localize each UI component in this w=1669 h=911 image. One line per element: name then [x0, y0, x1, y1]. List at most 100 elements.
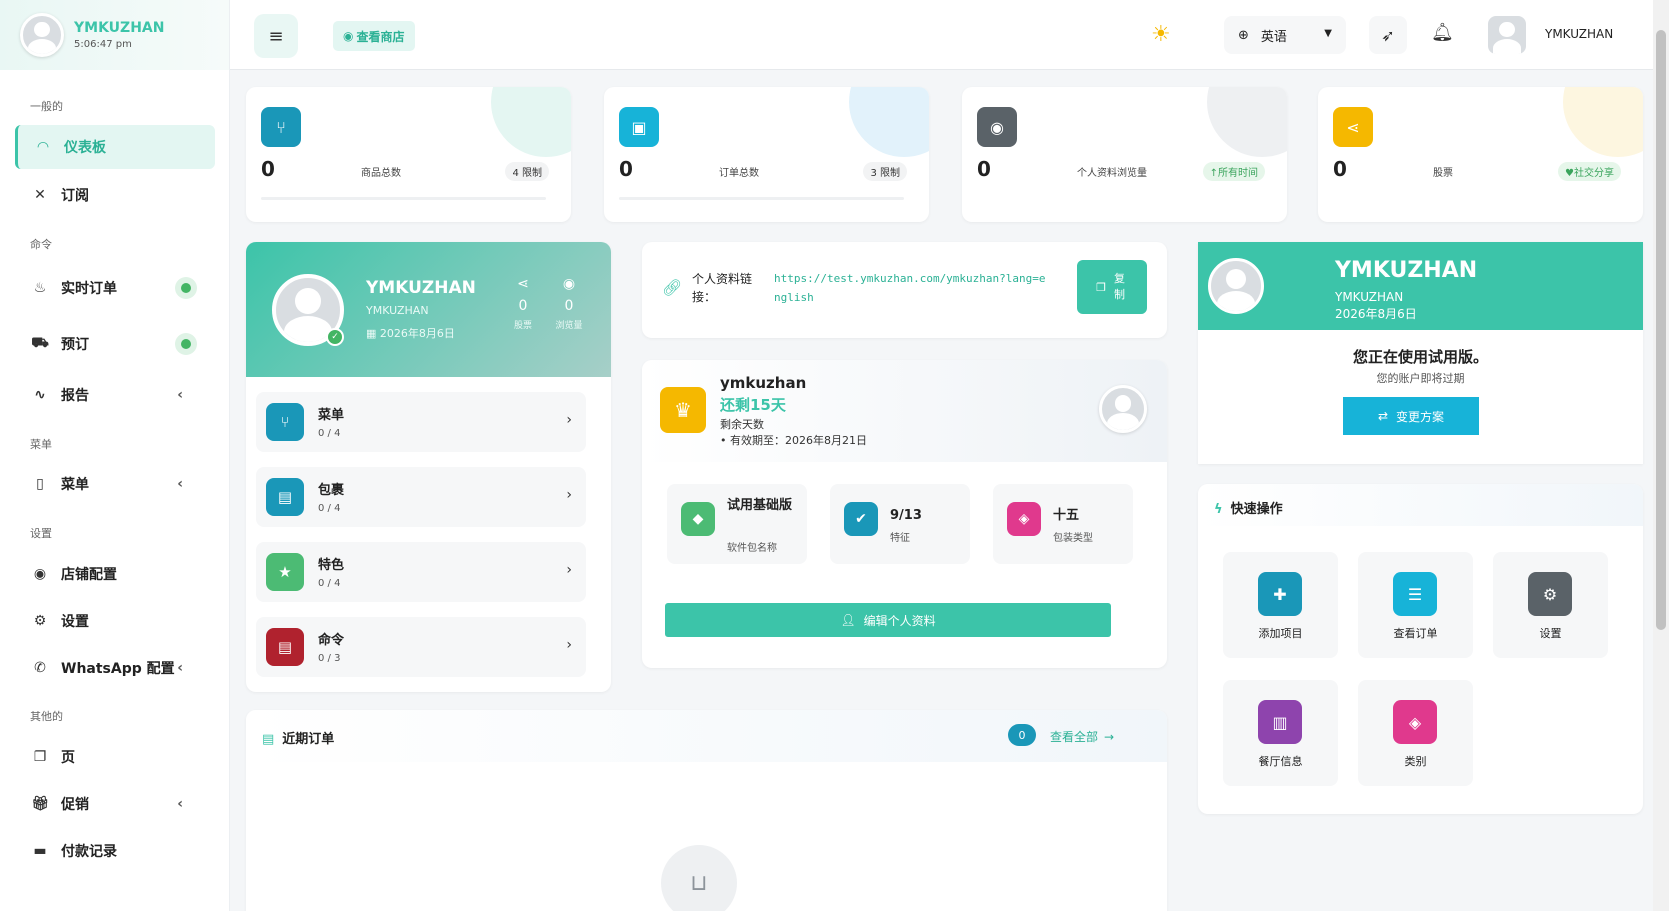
- trial-warning: 您的账户即将过期: [1376, 372, 1465, 385]
- theme-sun-icon[interactable]: ☀: [1151, 22, 1171, 47]
- row-title: 菜单: [318, 408, 345, 423]
- feature-label: 软件包名称: [727, 543, 777, 554]
- sidebar-item-whatsapp[interactable]: ✆ WhatsApp 配置 ‹: [15, 646, 215, 690]
- tools-icon: ✕: [34, 187, 46, 203]
- badge-text: 社交分享: [1574, 168, 1614, 179]
- profile-menu-row-menu[interactable]: ⑂ 菜单 0 / 4 ›: [256, 392, 586, 452]
- copy-icon: ❐: [1096, 280, 1106, 294]
- share-icon: ⋖: [517, 276, 529, 292]
- section-settings: 设置: [30, 527, 52, 540]
- sidebar-item-label: 预订: [61, 337, 89, 353]
- sidebar-item-label: 店铺配置: [61, 567, 117, 583]
- feature-label: 包装类型: [1053, 533, 1093, 544]
- view-all-link[interactable]: 查看全部 →: [1050, 728, 1114, 745]
- sidebar-item-label: 实时订单: [61, 281, 117, 297]
- subscription-user: ymkuzhan: [720, 374, 807, 392]
- sidebar-item-settings[interactable]: ⚙ 设置: [15, 599, 215, 643]
- chevron-left-icon: ‹: [177, 476, 183, 492]
- quick-action-view-orders[interactable]: ☰ 查看订单: [1358, 552, 1473, 658]
- sidebar-item-reports[interactable]: ∿ 报告 ‹: [15, 373, 215, 417]
- quick-action-settings[interactable]: ⚙ 设置: [1493, 552, 1608, 658]
- receipt-icon: ▤: [266, 628, 304, 666]
- clipboard-icon: ▯: [36, 476, 44, 492]
- star-icon: ★: [266, 553, 304, 591]
- receipt-icon: ▤: [262, 732, 275, 747]
- globe-icon: ⊕: [1238, 27, 1249, 43]
- quick-action-restaurant-info[interactable]: ▥ 餐厅信息: [1223, 680, 1338, 786]
- trial-title: 您正在使用试用版。: [1352, 348, 1488, 366]
- sidebar-item-label: 页: [61, 750, 75, 766]
- header-username[interactable]: YMKUZHAN: [1545, 27, 1613, 41]
- stat-card-products: ⑂ 0 商品总数 4 限制: [246, 87, 571, 222]
- section-general: 一般的: [30, 100, 63, 113]
- sidebar-item-reservations[interactable]: ⛟ 预订: [15, 322, 215, 366]
- utensils-icon: ⑂: [266, 403, 304, 441]
- edit-profile-button[interactable]: 👤︎ 编辑个人资料: [665, 603, 1111, 637]
- copy-button[interactable]: ❐ 复制: [1077, 260, 1147, 314]
- language-select[interactable]: ⊕ 英语 ▼: [1224, 16, 1346, 54]
- section-other: 其他的: [30, 710, 63, 723]
- quick-action-label: 类别: [1404, 755, 1427, 768]
- sidebar-item-label: 促销: [61, 797, 89, 813]
- profile-link-card: 🔗︎ 个人资料链接： https://test.ymkuzhan.com/ymk…: [642, 242, 1167, 338]
- list-icon: ☰: [1393, 572, 1437, 616]
- bell-icon[interactable]: 🔔︎: [1431, 22, 1454, 43]
- profile-link-label: 个人资料链接：: [692, 272, 753, 304]
- sidebar-item-label: WhatsApp 配置: [61, 661, 175, 677]
- row-count: 0 / 4: [318, 578, 341, 589]
- views-value: 0: [564, 298, 574, 314]
- brand[interactable]: YMKUZHAN 5:06:47 pm: [0, 0, 229, 70]
- quick-action-categories[interactable]: ◈ 类别: [1358, 680, 1473, 786]
- sidebar-item-store-config[interactable]: ◉ 店铺配置: [15, 552, 215, 596]
- feature-features: ✔ 9/13 特征: [830, 484, 970, 564]
- row-count: 0 / 4: [318, 503, 341, 514]
- quick-actions-card: ϟ 快速操作 ✚ 添加项目 ☰ 查看订单 ⚙ 设置 ▥ 餐厅信息 ◈ 类别: [1198, 484, 1643, 814]
- page-scrollbar[interactable]: [1653, 0, 1669, 911]
- rocket-button[interactable]: ➶: [1369, 16, 1407, 54]
- profile-link-url[interactable]: https://test.ymkuzhan.com/ymkuzhan?lang=…: [774, 269, 1049, 307]
- views-label: 浏览量: [555, 321, 583, 331]
- row-count: 0 / 3: [318, 653, 341, 664]
- stat-value: 0: [1333, 157, 1347, 181]
- check-double-icon: ✔: [844, 502, 878, 536]
- change-plan-button[interactable]: ⇄ 变更方案: [1343, 397, 1479, 435]
- trial-subname: YMKUZHAN: [1335, 290, 1404, 304]
- quick-action-add-item[interactable]: ✚ 添加项目: [1223, 552, 1338, 658]
- pulse-icon: ∿: [34, 387, 46, 403]
- profile-menu-row-features[interactable]: ★ 特色 0 / 4 ›: [256, 542, 586, 602]
- rocket-icon: ➶: [1381, 25, 1395, 45]
- stat-label: 订单总数: [719, 168, 759, 179]
- sidebar-item-promotions[interactable]: 🎁︎ 促销 ‹: [15, 782, 215, 826]
- recent-orders-title-text: 近期订单: [282, 732, 335, 747]
- menu-toggle-button[interactable]: ≡: [254, 14, 298, 58]
- section-menu: 菜单: [30, 438, 52, 451]
- sidebar-item-subscription[interactable]: ✕ 订阅: [15, 173, 215, 217]
- header-avatar[interactable]: [1488, 16, 1526, 54]
- subscription-avatar: [1099, 385, 1147, 433]
- eye-icon: ◉: [562, 276, 576, 292]
- recent-orders-card: ▤ 近期订单 0 查看全部 → ⊔: [246, 710, 1167, 911]
- row-title: 特色: [318, 558, 345, 573]
- sidebar-item-live-orders[interactable]: ♨ 实时订单: [15, 266, 215, 310]
- sidebar-item-pages[interactable]: ❐ 页: [15, 735, 215, 779]
- stat-badge: 4 限制: [505, 162, 549, 181]
- view-all-label: 查看全部: [1050, 730, 1099, 744]
- profile-name: YMKUZHAN: [366, 278, 476, 298]
- link-icon: 🔗︎: [662, 278, 683, 297]
- scrollbar-thumb[interactable]: [1656, 30, 1666, 630]
- sidebar-item-dashboard[interactable]: ◠ 仪表板: [15, 125, 215, 169]
- profile-date: ▦ 2026年8月6日: [366, 325, 455, 341]
- package-icon: ▤: [266, 478, 304, 516]
- row-title: 命令: [318, 633, 345, 648]
- trial-card: YMKUZHAN YMKUZHAN 2026年8月6日 您正在使用试用版。 您的…: [1198, 242, 1643, 464]
- view-store-button[interactable]: ◉ 查看商店: [333, 21, 415, 51]
- profile-menu-row-orders[interactable]: ▤ 命令 0 / 3 ›: [256, 617, 586, 677]
- sidebar-item-label: 付款记录: [61, 844, 117, 860]
- sidebar-item-label: 报告: [61, 388, 89, 404]
- chevron-right-icon: ›: [566, 562, 572, 578]
- profile-menu-row-packages[interactable]: ▤ 包裹 0 / 4 ›: [256, 467, 586, 527]
- stat-badge: 3 限制: [863, 162, 907, 181]
- quick-action-label: 设置: [1539, 627, 1562, 640]
- sidebar-item-menu[interactable]: ▯ 菜单 ‹: [15, 462, 215, 506]
- sidebar-item-payment-records[interactable]: ▬ 付款记录: [15, 829, 215, 873]
